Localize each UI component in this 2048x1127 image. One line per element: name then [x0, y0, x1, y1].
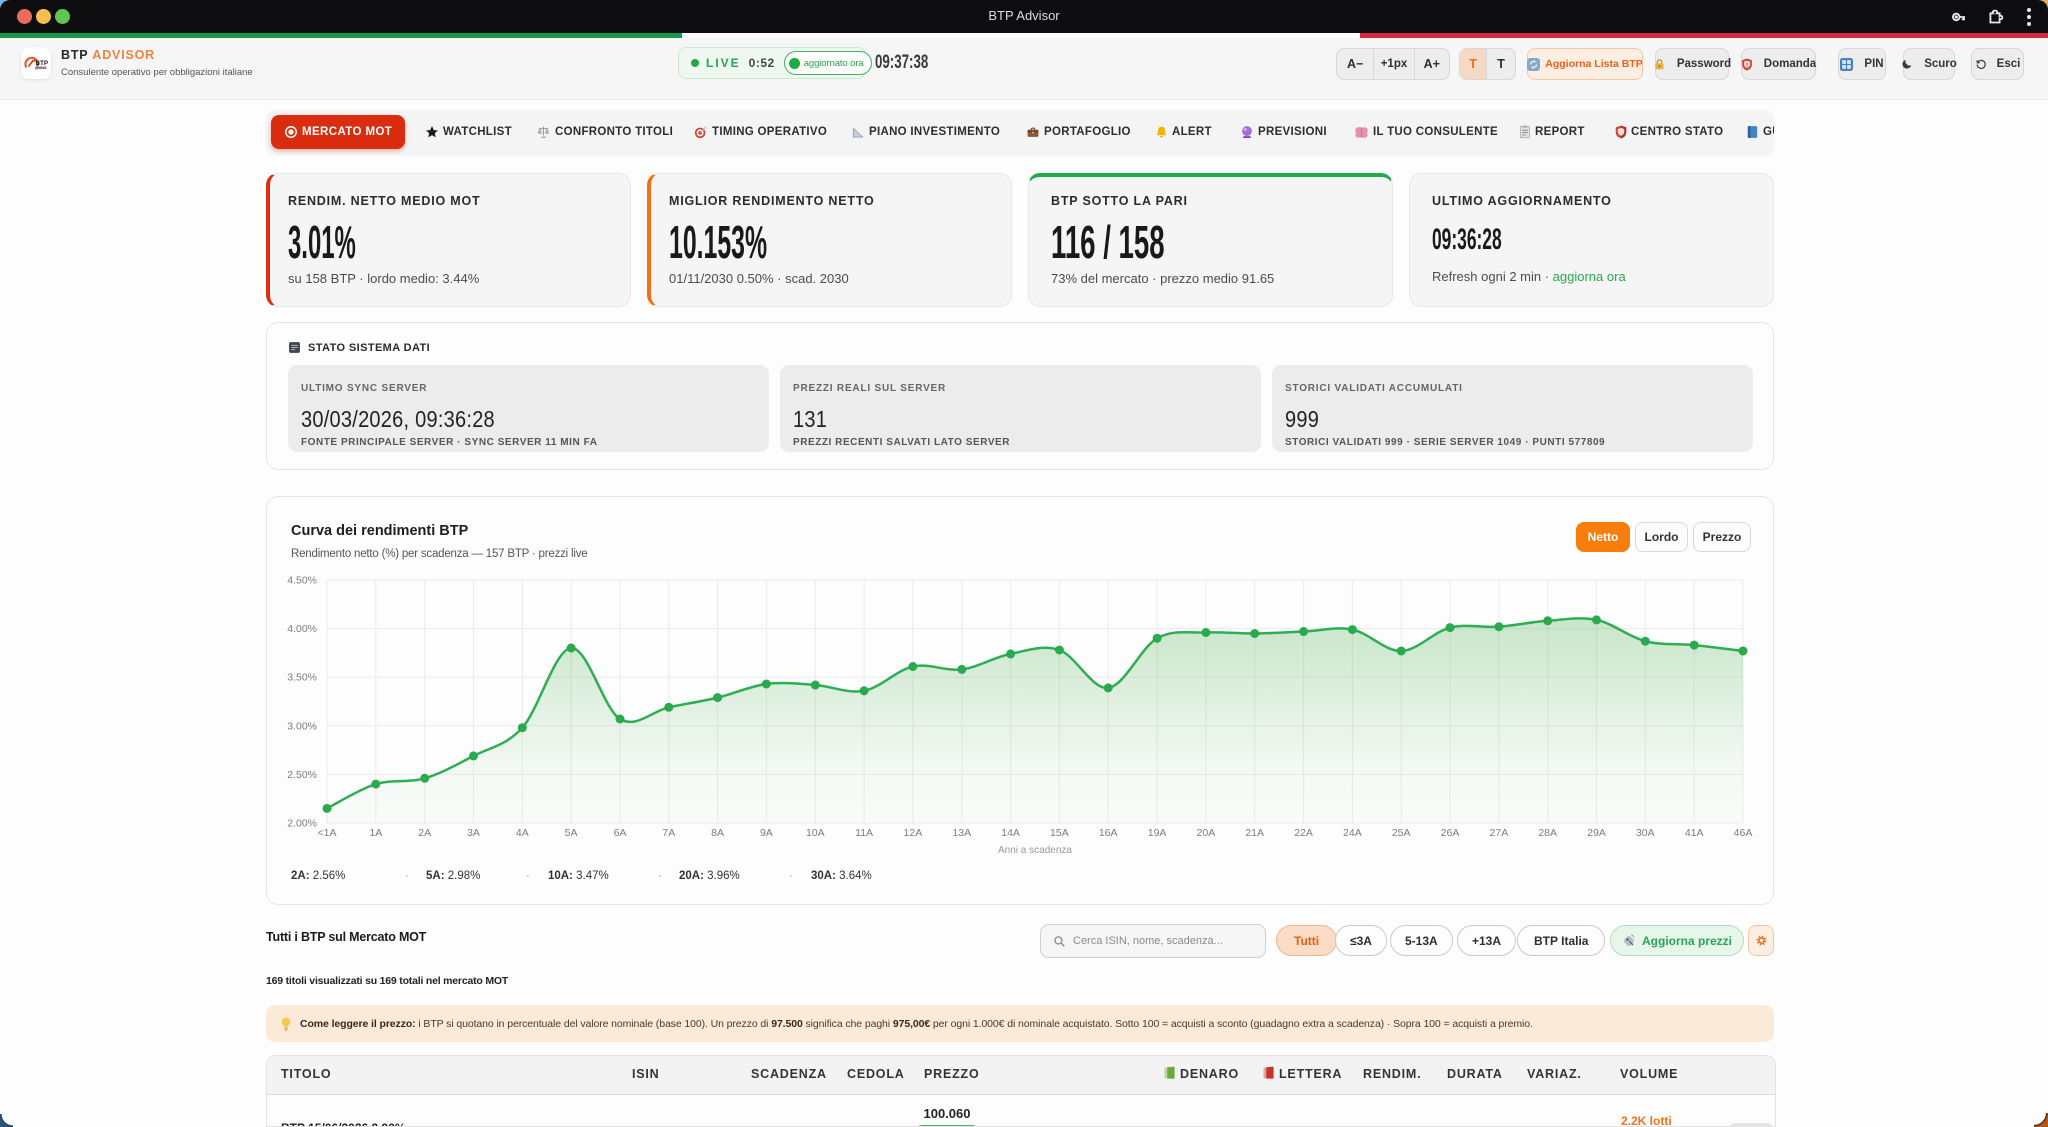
svg-text:2A: 2.56%: 2A: 2.56% [291, 870, 345, 882]
svg-text:3.00%: 3.00% [287, 720, 317, 732]
svg-text:16A: 16A [1099, 827, 1118, 839]
svg-text:22A: 22A [1294, 827, 1313, 839]
svg-text:41A: 41A [1685, 827, 1704, 839]
svg-text:29A: 29A [1587, 827, 1606, 839]
svg-text:BTP: BTP [36, 60, 49, 67]
svg-text:28A: 28A [1538, 827, 1557, 839]
svg-text:·: · [658, 870, 662, 882]
svg-text:9A: 9A [760, 827, 773, 839]
svg-text:24A: 24A [1343, 827, 1362, 839]
svg-text:Anni a scadenza: Anni a scadenza [998, 845, 1072, 856]
svg-text:2.00%: 2.00% [287, 818, 317, 830]
svg-text:21A: 21A [1245, 827, 1264, 839]
svg-text:46A: 46A [1734, 827, 1753, 839]
svg-text:26A: 26A [1441, 827, 1460, 839]
svg-text:·: · [405, 870, 409, 882]
svg-text:27A: 27A [1490, 827, 1509, 839]
svg-text:20A: 3.96%: 20A: 3.96% [679, 870, 740, 882]
svg-text:10A: 3.47%: 10A: 3.47% [548, 870, 609, 882]
svg-text:13A: 13A [952, 827, 971, 839]
svg-text:7A: 7A [662, 827, 675, 839]
svg-text:14A: 14A [1001, 827, 1020, 839]
svg-text:<1A: <1A [318, 827, 337, 839]
svg-text:30A: 3.64%: 30A: 3.64% [811, 870, 872, 882]
svg-text:2A: 2A [418, 827, 431, 839]
svg-text:·: · [789, 870, 793, 882]
svg-text:3A: 3A [467, 827, 480, 839]
svg-text:12A: 12A [904, 827, 923, 839]
svg-text:4A: 4A [516, 827, 529, 839]
svg-text:15A: 15A [1050, 827, 1069, 839]
svg-text:4.00%: 4.00% [287, 623, 317, 635]
svg-text:19A: 19A [1148, 827, 1167, 839]
svg-text:5A: 2.98%: 5A: 2.98% [426, 870, 480, 882]
svg-text:3.50%: 3.50% [287, 672, 317, 684]
svg-text:11A: 11A [855, 827, 873, 839]
svg-text:5A: 5A [565, 827, 578, 839]
svg-text:25A: 25A [1392, 827, 1411, 839]
svg-text:6A: 6A [614, 827, 627, 839]
svg-text:·: · [526, 870, 530, 882]
svg-text:8A: 8A [711, 827, 724, 839]
svg-text:2.50%: 2.50% [287, 769, 317, 781]
svg-text:20A: 20A [1197, 827, 1216, 839]
svg-text:4.50%: 4.50% [287, 575, 317, 587]
svg-text:30A: 30A [1636, 827, 1655, 839]
svg-text:10A: 10A [806, 827, 825, 839]
svg-text:1A: 1A [369, 827, 382, 839]
